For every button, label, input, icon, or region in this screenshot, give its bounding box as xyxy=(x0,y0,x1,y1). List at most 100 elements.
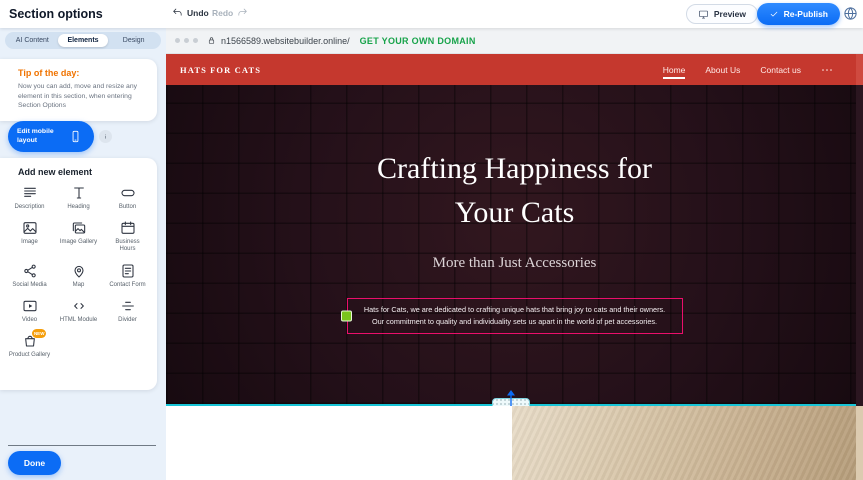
info-button[interactable] xyxy=(99,130,112,143)
mobile-phone-icon xyxy=(69,130,82,143)
site-logo[interactable]: Hats for Cats xyxy=(180,65,261,75)
tip-body: Now you can add, move and resize any ele… xyxy=(18,82,146,111)
browser-address-bar: n1566589.websitebuilder.online/ GET YOUR… xyxy=(166,28,863,54)
nav-item-about[interactable]: About Us xyxy=(705,65,740,75)
done-button[interactable]: Done xyxy=(8,451,61,475)
element-label: Social Media xyxy=(12,282,46,289)
next-section-background xyxy=(166,406,512,480)
element-item-button[interactable]: Button xyxy=(103,185,152,211)
site-nav: Home About Us Contact us xyxy=(663,65,833,75)
selected-text-element[interactable]: Hats for Cats, we are dedicated to craft… xyxy=(347,298,683,334)
social-media-icon xyxy=(22,263,38,279)
element-item-heading[interactable]: Heading xyxy=(54,185,103,211)
element-item-html-module[interactable]: HTML Module xyxy=(54,298,103,324)
element-item-product-gallery[interactable]: NEW Product Gallery xyxy=(5,333,54,359)
page-title: Section options xyxy=(9,7,103,21)
element-label: Image xyxy=(21,239,38,246)
element-label: Description xyxy=(14,204,44,211)
element-item-divider[interactable]: Divider xyxy=(103,298,152,324)
site-header: Hats for Cats Home About Us Contact us xyxy=(166,54,863,85)
tip-of-the-day-card: Tip of the day: Now you can add, move an… xyxy=(0,59,157,121)
video-icon xyxy=(22,298,38,314)
element-label: Video xyxy=(22,317,37,324)
element-label: HTML Module xyxy=(60,317,97,324)
tab-design[interactable]: Design xyxy=(108,34,159,47)
get-domain-link[interactable]: GET YOUR OWN DOMAIN xyxy=(360,36,476,46)
check-icon xyxy=(769,9,779,19)
site-url: n1566589.websitebuilder.online/ xyxy=(221,36,350,46)
tab-elements[interactable]: Elements xyxy=(58,34,109,47)
undo-button[interactable]: Undo xyxy=(172,7,209,18)
undo-label: Undo xyxy=(187,8,209,18)
map-pin-icon xyxy=(71,263,87,279)
nav-item-contact[interactable]: Contact us xyxy=(760,65,801,75)
element-label: Business Hours xyxy=(107,239,149,253)
element-item-contact-form[interactable]: Contact Form xyxy=(103,263,152,289)
business-hours-icon xyxy=(120,220,136,236)
button-icon xyxy=(120,185,136,201)
element-item-image-gallery[interactable]: Image Gallery xyxy=(54,220,103,253)
language-globe-button[interactable] xyxy=(843,6,858,21)
website-builder-app: Section options Undo Redo Preview Re-Pub… xyxy=(0,0,863,480)
undo-icon xyxy=(172,7,183,18)
new-badge: NEW xyxy=(32,329,47,338)
sidebar-divider xyxy=(8,445,156,446)
preview-scrollbar[interactable] xyxy=(856,54,863,480)
tab-design-label: Design xyxy=(123,37,145,44)
top-toolbar: Section options Undo Redo Preview Re-Pub… xyxy=(0,0,863,28)
done-label: Done xyxy=(24,458,45,468)
redo-button[interactable]: Redo xyxy=(212,7,248,18)
globe-icon xyxy=(843,6,858,21)
hero-section: Crafting Happiness for Your Cats More th… xyxy=(166,85,863,404)
preview-label: Preview xyxy=(714,9,746,19)
tip-title: Tip of the day: xyxy=(18,68,146,78)
info-icon xyxy=(101,132,110,141)
hero-paragraph: Hats for Cats, we are dedicated to craft… xyxy=(356,304,674,328)
edit-mobile-layout-label: Edit mobile layout xyxy=(17,128,63,144)
redo-icon xyxy=(237,7,248,18)
contact-form-icon xyxy=(120,263,136,279)
window-dots-icon xyxy=(175,38,198,43)
redo-label: Redo xyxy=(212,8,233,18)
monitor-icon xyxy=(698,9,709,20)
nav-item-home[interactable]: Home xyxy=(663,65,686,75)
heading-icon xyxy=(71,185,87,201)
html-module-icon xyxy=(71,298,87,314)
website-canvas: Hats for Cats Home About Us Contact us C… xyxy=(166,54,863,480)
element-item-description[interactable]: Description xyxy=(5,185,54,211)
element-item-map[interactable]: Map xyxy=(54,263,103,289)
image-gallery-icon xyxy=(71,220,87,236)
element-label: Image Gallery xyxy=(60,239,97,246)
section-options-sidebar: AI Content Elements Design Tip of the da… xyxy=(0,28,166,480)
nav-overflow-icon[interactable] xyxy=(821,66,833,74)
element-label: Map xyxy=(73,282,85,289)
next-section xyxy=(166,406,863,480)
add-new-element-panel: Add new element Description Heading Butt… xyxy=(0,158,157,390)
lock-icon xyxy=(207,36,216,45)
tab-ai-content[interactable]: AI Content xyxy=(7,34,58,47)
element-item-video[interactable]: Video xyxy=(5,298,54,324)
next-section-image xyxy=(512,406,863,480)
republish-button[interactable]: Re-Publish xyxy=(757,3,840,25)
element-label: Button xyxy=(119,204,136,211)
tab-ai-content-label: AI Content xyxy=(16,37,49,44)
divider-icon xyxy=(120,298,136,314)
element-item-business-hours[interactable]: Business Hours xyxy=(103,220,152,253)
description-icon xyxy=(22,185,38,201)
preview-button[interactable]: Preview xyxy=(686,4,758,24)
hero-subheading: More than Just Accessories xyxy=(166,255,863,272)
resize-handle-green[interactable] xyxy=(341,311,352,322)
sidebar-tabs: AI Content Elements Design xyxy=(5,32,161,49)
tab-elements-label: Elements xyxy=(67,37,98,44)
element-label: Product Gallery xyxy=(9,352,50,359)
edit-mobile-layout-button[interactable]: Edit mobile layout xyxy=(8,121,94,152)
republish-label: Re-Publish xyxy=(784,9,828,19)
element-item-image[interactable]: Image xyxy=(5,220,54,253)
hero-heading: Crafting Happiness for Your Cats xyxy=(166,147,863,235)
element-grid: Description Heading Button Image Image G… xyxy=(5,185,152,359)
site-preview-pane: n1566589.websitebuilder.online/ GET YOUR… xyxy=(166,28,863,480)
element-label: Contact Form xyxy=(109,282,145,289)
element-label: Heading xyxy=(67,204,89,211)
element-item-social-media[interactable]: Social Media xyxy=(5,263,54,289)
element-label: Divider xyxy=(118,317,137,324)
